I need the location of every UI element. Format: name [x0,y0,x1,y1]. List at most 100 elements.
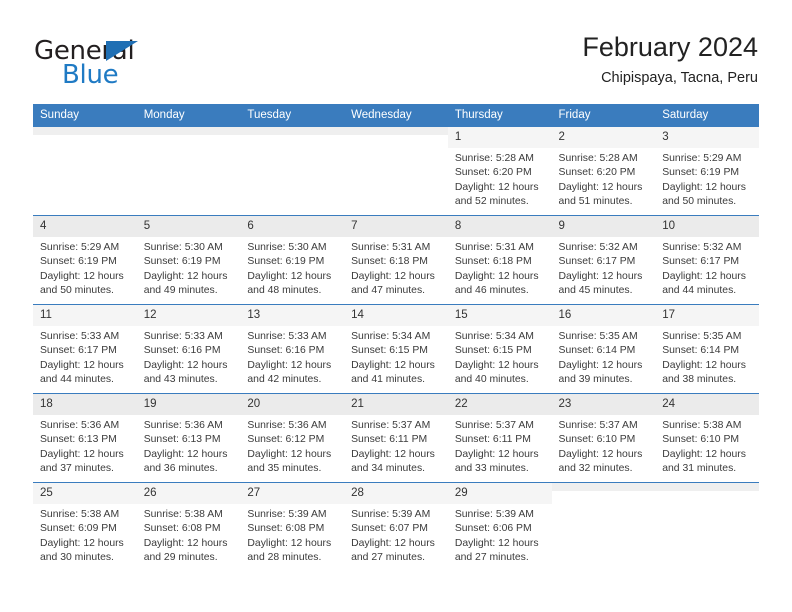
sunset-text: Sunset: 6:06 PM [454,523,532,535]
sunset-text: Sunset: 6:14 PM [558,345,636,357]
calendar-day-cell[interactable]: 4 Sunrise: 5:29 AM Sunset: 6:19 PM Daylight… [33,215,137,305]
sunrise-text: Sunrise: 5:35 AM [662,331,742,342]
weekday-header-monday: Monday [136,104,241,127]
sunrise-text: Sunrise: 5:33 AM [247,331,327,342]
calendar-day-cell-empty [240,126,345,216]
calendar-day-cell[interactable]: 17 Sunrise: 5:35 AM Sunset: 6:14 PM Dayligh… [655,304,759,394]
calendar-day-cell[interactable]: 6 Sunrise: 5:30 AM Sunset: 6:19 PM Daylight… [240,215,345,305]
calendar-day-cell[interactable]: 1 Sunrise: 5:28 AM Sunset: 6:20 PM Daylight… [447,126,552,216]
calendar-day-cell[interactable]: 18 Sunrise: 5:36 AM Sunset: 6:13 PM Dayligh… [33,393,137,483]
day-details: Sunrise: 5:36 AM Sunset: 6:13 PM Daylight:… [137,415,241,477]
calendar-week-row: 25 Sunrise: 5:38 AM Sunset: 6:09 PM Dayligh… [33,482,759,572]
calendar-day-cell[interactable]: 27 Sunrise: 5:39 AM Sunset: 6:08 PM Dayligh… [240,482,345,572]
day-details: Sunrise: 5:30 AM Sunset: 6:19 PM Daylight:… [240,237,344,299]
day-details: Sunrise: 5:28 AM Sunset: 6:20 PM Daylight:… [552,148,656,210]
daylight-text: Daylight: 12 hours and 27 minutes. [454,537,539,564]
calendar-day-cell[interactable]: 2 Sunrise: 5:28 AM Sunset: 6:20 PM Daylight… [551,126,656,216]
weekday-header-friday: Friday [551,104,656,127]
calendar-day-cell-empty [551,482,656,572]
calendar-day-cell[interactable]: 28 Sunrise: 5:39 AM Sunset: 6:07 PM Dayligh… [344,482,448,572]
day-details: Sunrise: 5:28 AM Sunset: 6:20 PM Daylight:… [448,148,552,210]
sunset-text: Sunset: 6:16 PM [247,345,325,357]
calendar-day-cell[interactable]: 16 Sunrise: 5:35 AM Sunset: 6:14 PM Dayligh… [551,304,656,394]
day-number: 9 [551,216,656,237]
day-number: 7 [344,216,448,237]
calendar-day-cell[interactable]: 7 Sunrise: 5:31 AM Sunset: 6:18 PM Daylight… [344,215,448,305]
calendar-day-cell[interactable]: 24 Sunrise: 5:38 AM Sunset: 6:10 PM Dayligh… [655,393,759,483]
calendar-day-cell[interactable]: 13 Sunrise: 5:33 AM Sunset: 6:16 PM Dayligh… [240,304,345,394]
calendar-day-cell[interactable]: 21 Sunrise: 5:37 AM Sunset: 6:11 PM Dayligh… [344,393,448,483]
sunrise-text: Sunrise: 5:33 AM [40,331,120,342]
day-number: 10 [655,216,759,237]
day-details: Sunrise: 5:31 AM Sunset: 6:18 PM Daylight:… [448,237,552,299]
calendar-day-cell[interactable]: 20 Sunrise: 5:36 AM Sunset: 6:12 PM Dayligh… [240,393,345,483]
sunrise-text: Sunrise: 5:35 AM [558,331,638,342]
weekday-header-sunday: Sunday [33,104,137,127]
calendar-day-cell[interactable]: 25 Sunrise: 5:38 AM Sunset: 6:09 PM Dayligh… [33,482,137,572]
daylight-text: Daylight: 12 hours and 31 minutes. [662,448,746,475]
calendar-day-cell[interactable]: 23 Sunrise: 5:37 AM Sunset: 6:10 PM Dayligh… [551,393,656,483]
calendar-week-row: 18 Sunrise: 5:36 AM Sunset: 6:13 PM Dayligh… [33,393,759,483]
calendar-week-row: 4 Sunrise: 5:29 AM Sunset: 6:19 PM Daylight… [33,215,759,305]
sunrise-text: Sunrise: 5:28 AM [454,153,534,164]
calendar-day-cell[interactable]: 22 Sunrise: 5:37 AM Sunset: 6:11 PM Dayligh… [447,393,552,483]
day-number: 6 [240,216,345,237]
sunset-text: Sunset: 6:17 PM [40,345,117,357]
day-details: Sunrise: 5:34 AM Sunset: 6:15 PM Daylight:… [344,326,448,388]
day-number: 17 [655,305,759,326]
page-header: General Blue February 2024 Chipispaya, T… [34,30,758,96]
calendar-day-cell[interactable]: 26 Sunrise: 5:38 AM Sunset: 6:08 PM Dayligh… [136,482,241,572]
calendar-day-cell[interactable]: 14 Sunrise: 5:34 AM Sunset: 6:15 PM Dayligh… [344,304,448,394]
daylight-text: Daylight: 12 hours and 50 minutes. [662,181,746,208]
calendar-day-cell[interactable]: 29 Sunrise: 5:39 AM Sunset: 6:06 PM Dayligh… [447,482,552,572]
sunset-text: Sunset: 6:13 PM [143,434,221,446]
day-number: 25 [33,483,137,504]
sunset-text: Sunset: 6:09 PM [40,523,117,535]
calendar-day-cell[interactable]: 12 Sunrise: 5:33 AM Sunset: 6:16 PM Dayligh… [136,304,241,394]
sunrise-text: Sunrise: 5:33 AM [143,331,223,342]
day-number: 18 [33,394,137,415]
daylight-text: Daylight: 12 hours and 37 minutes. [40,448,124,475]
sunset-text: Sunset: 6:19 PM [143,256,221,268]
daylight-text: Daylight: 12 hours and 47 minutes. [351,270,435,297]
sunrise-text: Sunrise: 5:36 AM [40,420,120,431]
day-details: Sunrise: 5:39 AM Sunset: 6:08 PM Daylight:… [240,504,344,566]
day-details: Sunrise: 5:30 AM Sunset: 6:19 PM Daylight:… [137,237,241,299]
daylight-text: Daylight: 12 hours and 42 minutes. [247,359,332,386]
day-details: Sunrise: 5:37 AM Sunset: 6:11 PM Daylight:… [344,415,448,477]
sunset-text: Sunset: 6:17 PM [662,256,740,268]
sunrise-text: Sunrise: 5:36 AM [143,420,223,431]
logo-triangle-icon [106,41,138,61]
calendar-day-cell[interactable]: 8 Sunrise: 5:31 AM Sunset: 6:18 PM Daylight… [447,215,552,305]
calendar-day-cell[interactable]: 19 Sunrise: 5:36 AM Sunset: 6:13 PM Dayligh… [136,393,241,483]
sunrise-text: Sunrise: 5:31 AM [454,242,534,253]
day-number [33,127,137,135]
day-number: 14 [344,305,448,326]
calendar-day-cell[interactable]: 5 Sunrise: 5:30 AM Sunset: 6:19 PM Daylight… [136,215,241,305]
day-details: Sunrise: 5:32 AM Sunset: 6:17 PM Daylight:… [552,237,656,299]
calendar-day-cell[interactable]: 9 Sunrise: 5:32 AM Sunset: 6:17 PM Daylight… [551,215,656,305]
sunset-text: Sunset: 6:07 PM [351,523,428,535]
sunset-text: Sunset: 6:19 PM [247,256,325,268]
day-number: 22 [447,394,552,415]
day-details: Sunrise: 5:35 AM Sunset: 6:14 PM Daylight:… [552,326,656,388]
calendar-day-cell[interactable]: 11 Sunrise: 5:33 AM Sunset: 6:17 PM Dayligh… [33,304,137,394]
daylight-text: Daylight: 12 hours and 33 minutes. [454,448,539,475]
day-number: 23 [551,394,656,415]
calendar-body: 1 Sunrise: 5:28 AM Sunset: 6:20 PM Daylight… [33,126,759,572]
day-number: 3 [655,127,759,148]
daylight-text: Daylight: 12 hours and 51 minutes. [558,181,643,208]
day-details: Sunrise: 5:29 AM Sunset: 6:19 PM Daylight:… [655,148,759,210]
sunset-text: Sunset: 6:08 PM [143,523,221,535]
calendar-day-cell[interactable]: 3 Sunrise: 5:29 AM Sunset: 6:19 PM Daylight… [655,126,759,216]
day-details: Sunrise: 5:39 AM Sunset: 6:07 PM Daylight:… [344,504,448,566]
calendar-day-cell[interactable]: 15 Sunrise: 5:34 AM Sunset: 6:15 PM Dayligh… [447,304,552,394]
sunset-text: Sunset: 6:20 PM [558,167,636,179]
calendar-day-cell[interactable]: 10 Sunrise: 5:32 AM Sunset: 6:17 PM Dayligh… [655,215,759,305]
daylight-text: Daylight: 12 hours and 44 minutes. [662,270,746,297]
sunrise-text: Sunrise: 5:38 AM [40,509,120,520]
day-number: 8 [447,216,552,237]
day-number [344,127,448,135]
sunrise-text: Sunrise: 5:37 AM [558,420,638,431]
daylight-text: Daylight: 12 hours and 38 minutes. [662,359,746,386]
